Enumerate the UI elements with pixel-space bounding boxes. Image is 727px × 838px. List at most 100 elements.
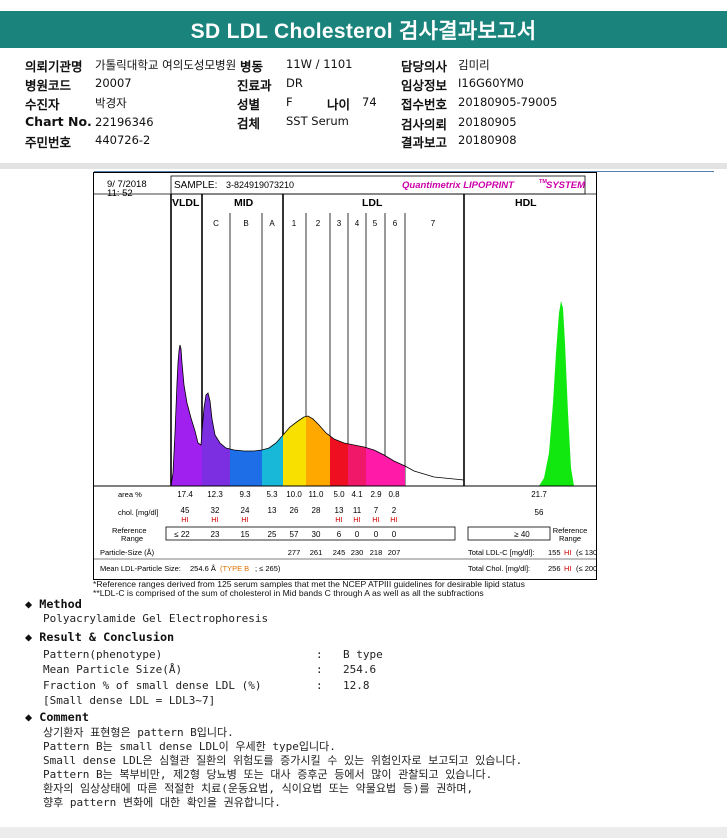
area-value: 2.9 xyxy=(370,490,382,499)
code-value: 20007 xyxy=(95,76,132,90)
chol-value: 26 xyxy=(290,506,299,515)
band-fill xyxy=(283,416,306,486)
hi-flag: HI xyxy=(353,515,361,524)
header-divider xyxy=(0,163,727,169)
area-value: 4.1 xyxy=(351,490,363,499)
id-label: 주민번호 xyxy=(25,135,72,150)
method-text: Polyacrylamide Gel Electrophoresis xyxy=(43,612,269,625)
ref-value: 0 xyxy=(355,530,360,539)
band-label: A xyxy=(269,219,275,228)
chol-value: 13 xyxy=(335,506,344,515)
bottom-bar xyxy=(0,827,727,838)
clinical-value: I16G60YM0 xyxy=(458,76,524,90)
region-vldl: VLDL xyxy=(172,197,200,209)
brand-name: Quantimetrix LIPOPRINT xyxy=(402,180,515,191)
ward-label: 병동 xyxy=(240,59,264,74)
patient-info: 의뢰기관명 가톨릭대학교 여의도성모병원 병동 11W / 1101 담당의사 … xyxy=(0,0,727,170)
result-row-1-label: Pattern(phenotype) xyxy=(43,648,163,661)
ref-value: 57 xyxy=(290,530,299,539)
area-value: 5.3 xyxy=(266,490,278,499)
id-value: 440726-2 xyxy=(95,133,151,147)
sample-label: SAMPLE: xyxy=(174,180,217,191)
region-ldl: LDL xyxy=(362,197,383,209)
chol-value: 13 xyxy=(268,506,277,515)
chol-value: 28 xyxy=(312,506,321,515)
age-label: 나이 xyxy=(327,97,351,112)
colon: : xyxy=(316,648,323,661)
ref-value: 0 xyxy=(392,530,397,539)
band-fill xyxy=(306,416,330,486)
chart-label: Chart No. xyxy=(25,114,92,129)
dept-label: 진료과 xyxy=(237,78,272,93)
result-heading-text: Result & Conclusion xyxy=(39,630,175,644)
chol-value: 45 xyxy=(181,506,190,515)
band-label: B xyxy=(243,219,248,228)
band-label: 3 xyxy=(337,219,342,228)
ref-label-2: Range xyxy=(121,534,143,543)
particle-value: 261 xyxy=(310,548,323,557)
lipoprint-electrophoresis: 9/ 7/2018 11: 52 SAMPLE: 3-824919073210 … xyxy=(94,175,600,573)
chol-value: 11 xyxy=(353,506,362,515)
hdl-peak xyxy=(539,301,574,486)
ref-value: 30 xyxy=(312,530,321,539)
area-value: 9.3 xyxy=(239,490,251,499)
method-heading-text: Method xyxy=(39,597,82,611)
ref-box-hdl xyxy=(467,526,551,541)
ref-label-right-2: Range xyxy=(559,534,581,543)
band-label: 6 xyxy=(393,219,398,228)
particle-value: 230 xyxy=(351,548,364,557)
band-fill xyxy=(262,435,283,486)
report-date-label: 결과보고 xyxy=(401,135,448,150)
receipt-value: 20180905-79005 xyxy=(458,95,558,109)
chart-value: 22196346 xyxy=(95,115,154,129)
total-ldl-ref: (≤ 130) xyxy=(576,548,596,557)
particle-label: Particle-Size (Å) xyxy=(100,548,155,557)
hi-flag: HI xyxy=(372,515,380,524)
sample-value: 3-824919073210 xyxy=(226,180,294,190)
hospital-value: 가톨릭대학교 여의도성모병원 xyxy=(95,58,237,72)
band-label: 4 xyxy=(355,219,360,228)
total-ldl-label: Total LDL-C [mg/dl]: xyxy=(468,548,534,557)
patient-label: 수진자 xyxy=(25,97,60,112)
band-label: C xyxy=(213,219,219,228)
colon: : xyxy=(316,679,323,692)
clinical-label: 임상정보 xyxy=(401,78,448,93)
report-date-value: 20180908 xyxy=(458,133,517,147)
result-row-2-value: 254.6 xyxy=(343,663,377,676)
chol-value: 2 xyxy=(392,506,397,515)
total-chol-label: Total Chol. [mg/dl]: xyxy=(468,564,530,573)
particle-value: 207 xyxy=(388,548,401,557)
diamond-bullet-icon: ◆ xyxy=(25,630,33,644)
ref-value: ≤ 22 xyxy=(174,530,190,539)
band-label: 7 xyxy=(431,219,436,228)
comment-heading: ◆ Comment xyxy=(25,710,89,724)
total-chol-flag: HI xyxy=(564,564,572,573)
code-label: 병원코드 xyxy=(25,78,72,93)
age-value: 74 xyxy=(362,95,377,109)
mean-ref: ; ≤ 265) xyxy=(255,564,281,573)
area-value: 0.8 xyxy=(388,490,400,499)
result-row-1-value: B type xyxy=(343,648,383,661)
result-row-3-label: Fraction % of small dense LDL (%) xyxy=(43,679,262,692)
lipoprint-report: 9/ 7/2018 11: 52 SAMPLE: 3-824919073210 … xyxy=(93,172,600,580)
region-mid: MID xyxy=(234,197,254,209)
ref-value: 23 xyxy=(211,530,220,539)
hi-flag: HI xyxy=(211,515,219,524)
band-label: 5 xyxy=(373,219,378,228)
ref-value: 6 xyxy=(337,530,342,539)
footnote-2: **LDL-C is comprised of the sum of chole… xyxy=(93,588,484,598)
doctor-value: 김미리 xyxy=(458,58,490,72)
result-row-3-value: 12.8 xyxy=(343,679,370,692)
hi-flag: HI xyxy=(390,515,398,524)
total-ldl-value: 155 xyxy=(548,548,561,557)
ref-value: 15 xyxy=(241,530,250,539)
request-label: 검사의뢰 xyxy=(401,117,448,132)
band-fill xyxy=(230,449,262,486)
result-note: [Small dense LDL = LDL3~7] xyxy=(43,694,216,707)
particle-value: 277 xyxy=(288,548,301,557)
mean-type: (TYPE B xyxy=(220,564,249,573)
chol-value: 24 xyxy=(241,506,250,515)
total-chol-value: 256 xyxy=(548,564,561,573)
ref-value: 0 xyxy=(374,530,379,539)
band-fill xyxy=(366,447,385,486)
